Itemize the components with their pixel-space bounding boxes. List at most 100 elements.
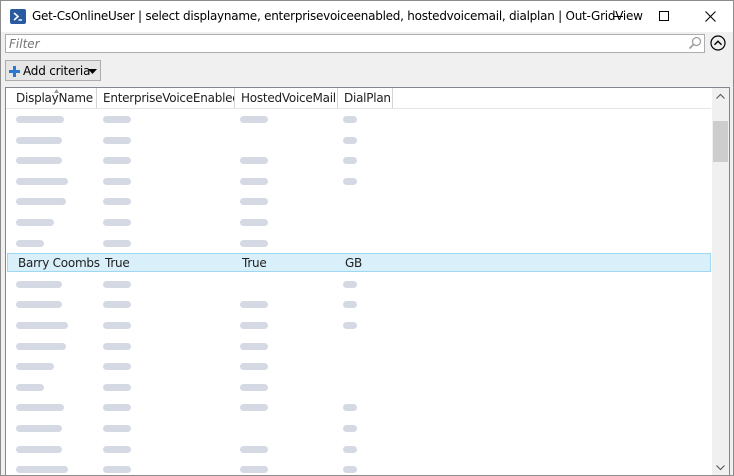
chevron-up-circle-icon[interactable] bbox=[710, 35, 726, 51]
minimize-icon bbox=[613, 16, 623, 17]
obscured-text bbox=[240, 466, 268, 473]
table-cell bbox=[103, 356, 235, 376]
obscured-text bbox=[240, 157, 268, 164]
results-grid[interactable]: DisplayName EnterpriseVoiceEnabled Hoste… bbox=[5, 87, 730, 476]
table-cell: True bbox=[242, 256, 267, 270]
scrollbar-thumb[interactable] bbox=[713, 121, 728, 162]
filter-input[interactable] bbox=[9, 36, 679, 51]
table-cell bbox=[16, 377, 100, 397]
table-cell bbox=[103, 171, 235, 191]
column-header-enterprisevoiceenabled[interactable]: EnterpriseVoiceEnabled bbox=[97, 88, 235, 108]
table-row[interactable] bbox=[6, 418, 711, 438]
table-cell bbox=[16, 459, 100, 475]
table-cell bbox=[343, 397, 395, 417]
column-header-displayname[interactable]: DisplayName bbox=[10, 88, 97, 108]
obscured-text bbox=[16, 404, 64, 411]
obscured-text bbox=[240, 384, 268, 391]
table-row[interactable] bbox=[6, 315, 711, 335]
table-cell bbox=[240, 191, 336, 211]
table-row[interactable] bbox=[6, 459, 711, 475]
minimize-button[interactable] bbox=[595, 1, 641, 32]
table-row[interactable] bbox=[6, 233, 711, 253]
table-row-selected[interactable]: Barry Coombs True True GB bbox=[7, 253, 711, 272]
column-header-dialplan[interactable]: DialPlan bbox=[338, 88, 393, 108]
table-row[interactable] bbox=[6, 294, 711, 314]
column-header-hostedvoicemail[interactable]: HostedVoiceMail bbox=[235, 88, 338, 108]
table-cell bbox=[16, 336, 100, 356]
powershell-icon bbox=[10, 9, 26, 24]
maximize-button[interactable] bbox=[641, 1, 687, 32]
obscured-text bbox=[343, 281, 357, 288]
table-cell bbox=[343, 418, 395, 438]
scroll-down-arrow-icon[interactable] bbox=[712, 459, 729, 476]
table-row[interactable] bbox=[6, 212, 711, 232]
maximize-icon bbox=[659, 11, 669, 21]
add-criteria-button[interactable]: Add criteria bbox=[5, 60, 101, 81]
table-row[interactable] bbox=[6, 150, 711, 170]
table-cell bbox=[240, 356, 336, 376]
table-cell bbox=[103, 150, 235, 170]
out-gridview-window: Get-CsOnlineUser | select displayname, e… bbox=[0, 0, 734, 476]
obscured-text bbox=[103, 301, 131, 308]
table-cell bbox=[343, 459, 395, 475]
close-button[interactable] bbox=[687, 1, 733, 32]
table-cell bbox=[103, 233, 235, 253]
table-cell bbox=[16, 130, 100, 150]
obscured-text bbox=[16, 178, 68, 185]
obscured-text bbox=[103, 281, 131, 288]
table-cell bbox=[240, 212, 336, 232]
column-header-label: DisplayName bbox=[16, 91, 93, 105]
table-row[interactable] bbox=[6, 109, 711, 129]
table-row[interactable] bbox=[6, 274, 711, 294]
table-cell: GB bbox=[345, 256, 363, 270]
table-cell bbox=[103, 315, 235, 335]
table-cell bbox=[16, 150, 100, 170]
column-header-label: HostedVoiceMail bbox=[241, 91, 336, 105]
table-cell: True bbox=[105, 256, 130, 270]
title-bar[interactable]: Get-CsOnlineUser | select displayname, e… bbox=[1, 1, 733, 32]
table-row[interactable] bbox=[6, 356, 711, 376]
add-criteria-label: Add criteria bbox=[23, 64, 91, 78]
table-cell bbox=[343, 439, 395, 459]
scroll-up-arrow-icon[interactable] bbox=[712, 88, 729, 105]
table-cell bbox=[16, 171, 100, 191]
vertical-scrollbar[interactable] bbox=[712, 88, 729, 476]
table-row[interactable] bbox=[6, 439, 711, 459]
obscured-text bbox=[16, 157, 62, 164]
table-row[interactable] bbox=[6, 397, 711, 417]
obscured-text bbox=[16, 446, 62, 453]
table-row[interactable] bbox=[6, 130, 711, 150]
close-icon bbox=[705, 11, 716, 22]
table-cell bbox=[16, 439, 100, 459]
obscured-text bbox=[240, 343, 268, 350]
obscured-text bbox=[103, 157, 131, 164]
table-cell bbox=[343, 150, 395, 170]
table-cell bbox=[240, 171, 336, 191]
obscured-text bbox=[16, 301, 62, 308]
table-cell bbox=[343, 191, 395, 211]
table-cell bbox=[343, 294, 395, 314]
obscured-text bbox=[16, 384, 44, 391]
obscured-text bbox=[103, 198, 131, 205]
table-cell bbox=[103, 274, 235, 294]
table-cell bbox=[240, 274, 336, 294]
obscured-text bbox=[240, 363, 268, 370]
table-cell bbox=[240, 294, 336, 314]
obscured-text bbox=[343, 322, 357, 329]
table-row[interactable] bbox=[6, 171, 711, 191]
table-cell bbox=[103, 109, 235, 129]
obscured-text bbox=[240, 116, 268, 123]
filter-box bbox=[5, 34, 705, 53]
table-row[interactable] bbox=[6, 336, 711, 356]
obscured-text bbox=[103, 384, 131, 391]
table-row[interactable] bbox=[6, 191, 711, 211]
table-cell bbox=[16, 109, 100, 129]
search-icon[interactable] bbox=[688, 36, 702, 50]
obscured-text bbox=[103, 116, 131, 123]
obscured-text bbox=[103, 240, 131, 247]
obscured-text bbox=[16, 343, 66, 350]
obscured-text bbox=[16, 137, 62, 144]
table-cell bbox=[240, 233, 336, 253]
table-row[interactable] bbox=[6, 377, 711, 397]
obscured-text bbox=[240, 301, 268, 308]
